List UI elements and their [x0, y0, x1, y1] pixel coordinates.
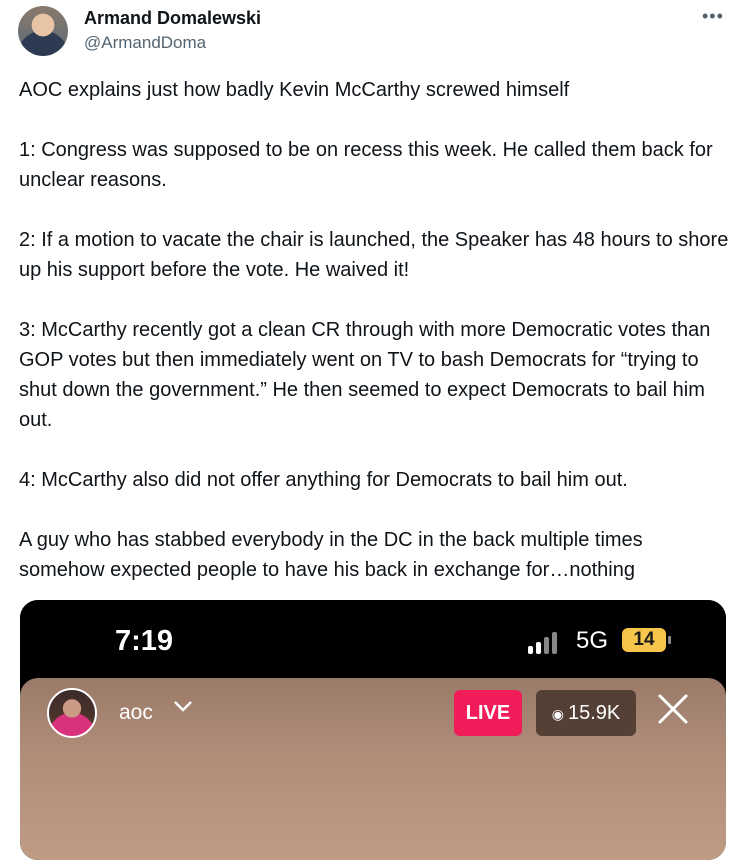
tweet-text: AOC explains just how badly Kevin McCart… [19, 79, 729, 581]
author-handle[interactable]: @ArmandDoma [84, 33, 206, 53]
streamer-avatar [47, 688, 97, 738]
eye-icon: ◉ [551, 706, 564, 722]
streamer-username: aoc [119, 701, 153, 724]
close-icon[interactable] [656, 692, 690, 726]
author-avatar[interactable] [18, 6, 68, 56]
status-time: 7:19 [115, 625, 174, 657]
network-label: 5G [576, 627, 609, 654]
signal-icon [528, 630, 564, 654]
viewer-count: ◉ 15.9K [536, 690, 636, 736]
live-video[interactable]: aoc LIVE ◉ 15.9K [20, 678, 726, 860]
viewer-count-value: 15.9K [567, 702, 621, 724]
more-icon[interactable]: ••• [702, 6, 724, 27]
battery-icon: 14 [622, 628, 671, 652]
live-badge: LIVE [454, 690, 522, 736]
phone-status-bar: 7:19 5G 14 [20, 600, 726, 680]
chevron-down-icon [172, 695, 194, 723]
author-name[interactable]: Armand Domalewski [84, 8, 261, 29]
tweet-media[interactable]: 7:19 5G 14 aoc LIVE ◉ 15.9K [20, 600, 726, 860]
